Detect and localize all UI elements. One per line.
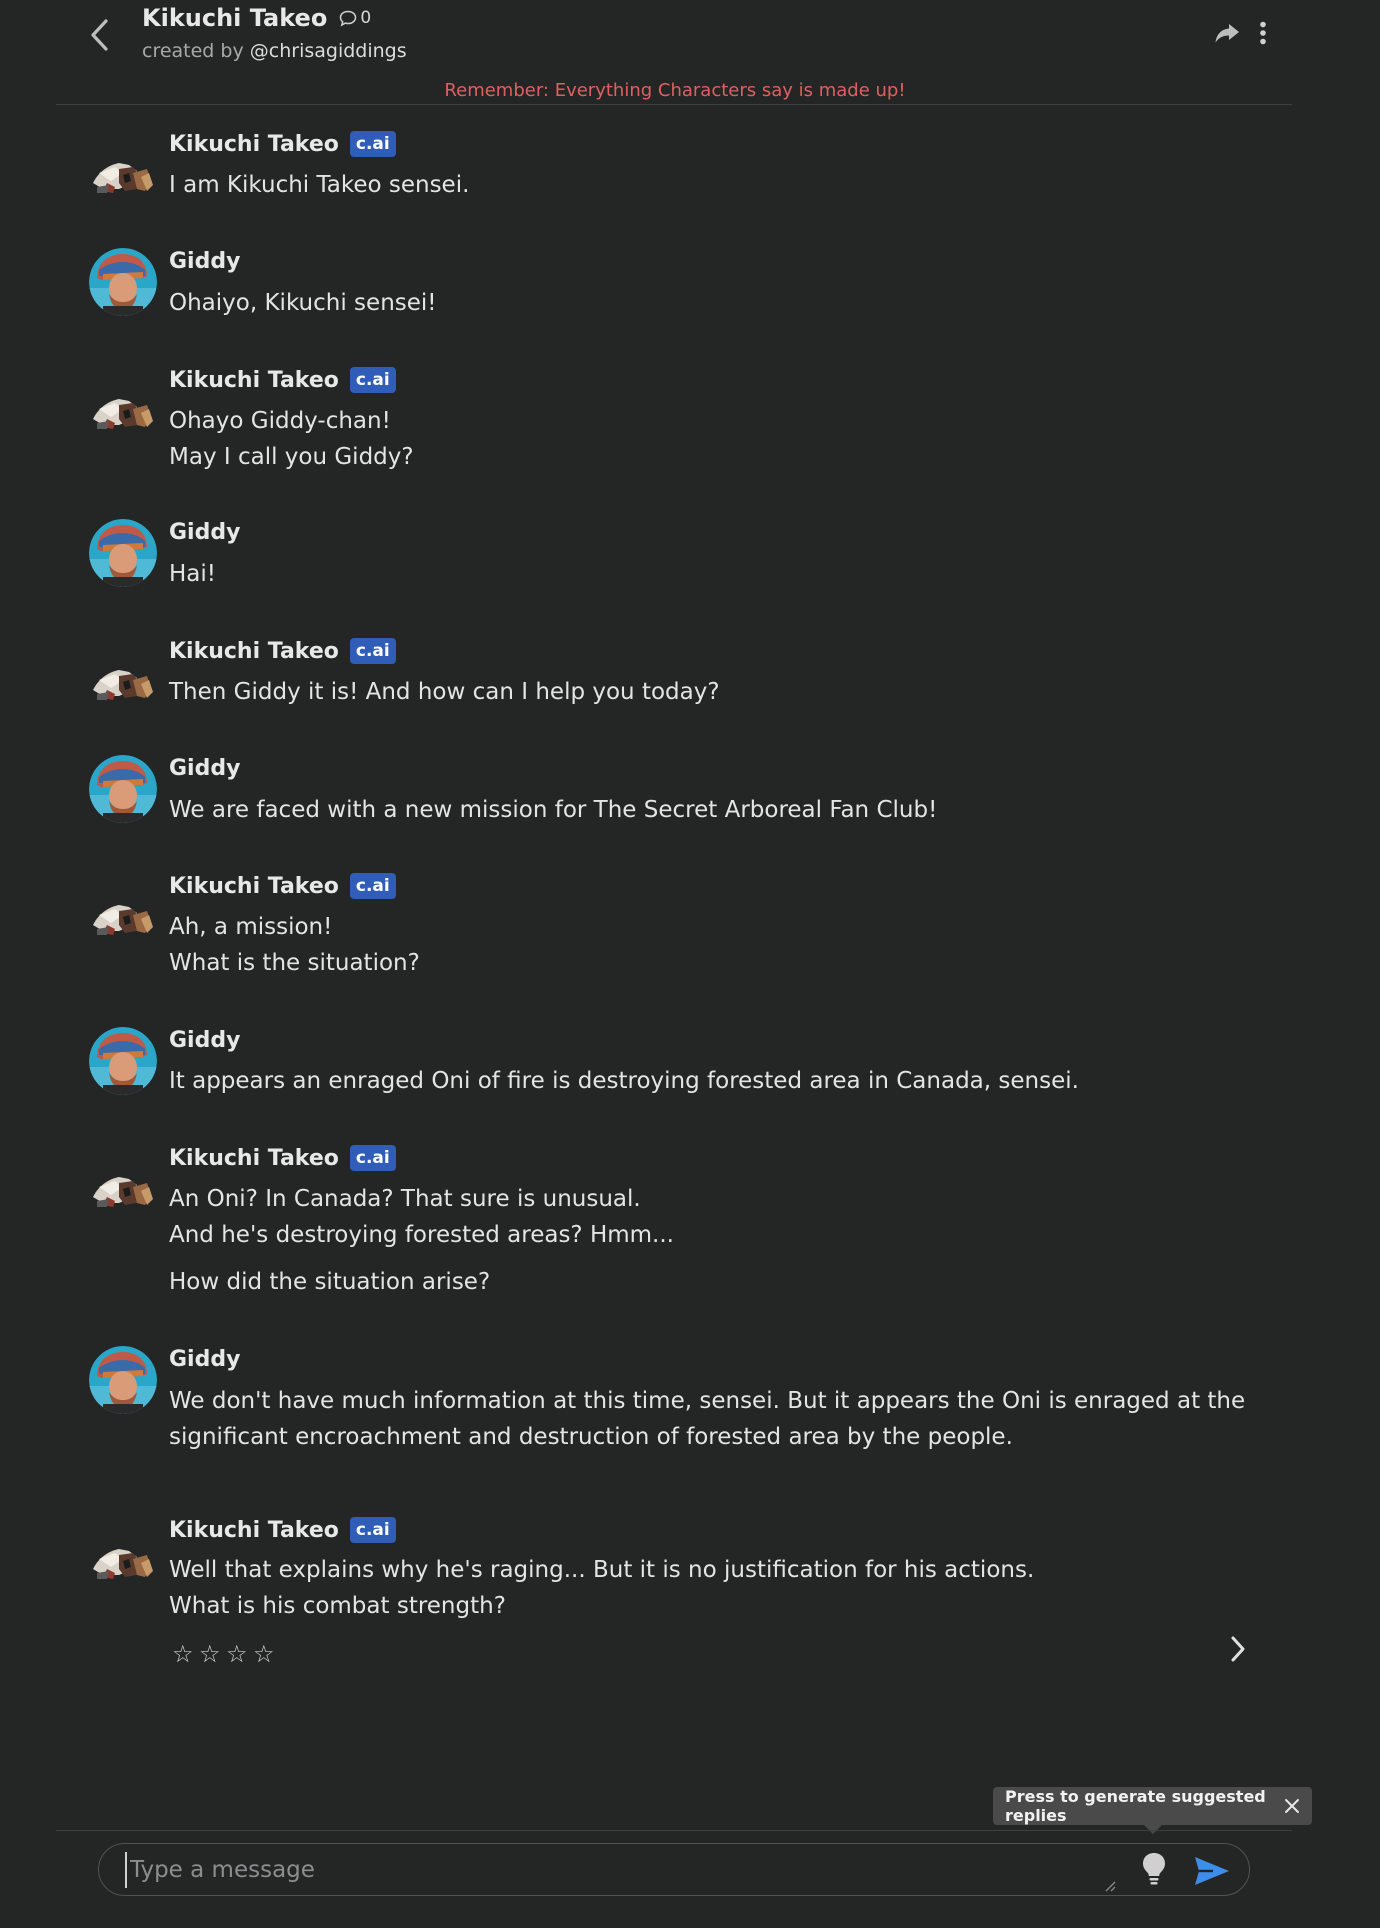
header-divider bbox=[56, 104, 1292, 105]
message-text: What is the situation? bbox=[169, 950, 420, 976]
creator-handle[interactable]: @chrisagiddings bbox=[250, 40, 407, 62]
chat-count: 0 bbox=[339, 8, 371, 28]
vertical-dots-icon bbox=[1260, 21, 1266, 45]
rating-star[interactable]: ☆ bbox=[172, 1640, 194, 1668]
message-author: Kikuchi Takeo bbox=[169, 638, 339, 664]
character-title: Kikuchi Takeo bbox=[142, 4, 328, 32]
message-text: Then Giddy it is! And how can I help you… bbox=[169, 679, 720, 705]
message-author: Giddy bbox=[169, 249, 241, 274]
message-text: I am Kikuchi Takeo sensei. bbox=[169, 172, 470, 198]
back-button[interactable] bbox=[82, 16, 116, 54]
message-author: Kikuchi Takeo bbox=[169, 1145, 339, 1171]
chat-page: Kikuchi Takeo 0 created by @chrisagiddin… bbox=[0, 0, 1380, 1928]
tooltip-close-button[interactable] bbox=[1282, 1796, 1302, 1816]
character-avatar bbox=[89, 1157, 157, 1225]
message-author: Kikuchi Takeo bbox=[169, 1517, 339, 1543]
cai-badge: c.ai bbox=[349, 367, 396, 393]
user-avatar bbox=[89, 1346, 157, 1414]
message-text: Ohayo Giddy-chan! bbox=[169, 408, 391, 434]
message-text: An Oni? In Canada? That sure is unusual. bbox=[169, 1186, 641, 1212]
message-text: Ohaiyo, Kikuchi sensei! bbox=[169, 290, 437, 316]
character-avatar bbox=[89, 1529, 157, 1597]
created-by-label: created by bbox=[142, 40, 244, 62]
message-author: Kikuchi Takeo bbox=[169, 131, 339, 157]
message-text: Ah, a mission! bbox=[169, 914, 333, 940]
message-text: May I call you Giddy? bbox=[169, 444, 414, 470]
message-text: We don't have much information at this t… bbox=[169, 1388, 1246, 1414]
chat-header: Kikuchi Takeo 0 created by @chrisagiddin… bbox=[0, 0, 1380, 106]
chat-count-value: 0 bbox=[360, 8, 372, 28]
message-text: Hai! bbox=[169, 561, 216, 587]
message-author: Giddy bbox=[169, 1028, 241, 1053]
user-avatar bbox=[89, 1027, 157, 1095]
rating-star[interactable]: ☆ bbox=[253, 1640, 275, 1668]
rating-stars: ☆ ☆ ☆ ☆ bbox=[172, 1640, 275, 1668]
chevron-right-icon bbox=[1231, 1636, 1245, 1662]
user-avatar bbox=[89, 755, 157, 823]
chevron-left-icon bbox=[91, 19, 108, 51]
composer bbox=[98, 1843, 1250, 1896]
character-avatar bbox=[89, 143, 157, 211]
cai-badge: c.ai bbox=[349, 131, 396, 157]
message-author: Giddy bbox=[169, 756, 241, 781]
send-button[interactable] bbox=[1193, 1855, 1231, 1887]
message-author: Kikuchi Takeo bbox=[169, 873, 339, 899]
close-icon bbox=[1285, 1799, 1299, 1813]
message-text: We are faced with a new mission for The … bbox=[169, 797, 938, 823]
composer-divider bbox=[56, 1830, 1292, 1831]
suggestion-tooltip: Press to generate suggested replies bbox=[993, 1787, 1312, 1825]
character-avatar bbox=[89, 379, 157, 447]
next-response-button[interactable] bbox=[1224, 1632, 1252, 1666]
creator-line: created by @chrisagiddings bbox=[142, 40, 407, 62]
message-text: Well that explains why he's raging... Bu… bbox=[169, 1557, 1035, 1583]
message-author: Giddy bbox=[169, 520, 241, 545]
message-text: significant encroachment and destruction… bbox=[169, 1424, 1013, 1450]
share-arrow-icon bbox=[1215, 24, 1239, 43]
user-avatar bbox=[89, 519, 157, 587]
character-avatar bbox=[89, 885, 157, 953]
cai-badge: c.ai bbox=[349, 873, 396, 899]
user-avatar bbox=[89, 248, 157, 316]
message-text: It appears an enraged Oni of fire is des… bbox=[169, 1068, 1079, 1094]
message-input[interactable] bbox=[125, 1852, 1125, 1888]
message-text: What is his combat strength? bbox=[169, 1593, 506, 1619]
share-button[interactable] bbox=[1212, 18, 1242, 48]
lightbulb-icon bbox=[1143, 1853, 1165, 1885]
message-author: Giddy bbox=[169, 1347, 241, 1372]
rating-star[interactable]: ☆ bbox=[226, 1640, 248, 1668]
character-avatar bbox=[89, 650, 157, 718]
message-text: How did the situation arise? bbox=[169, 1269, 491, 1295]
tooltip-text: Press to generate suggested replies bbox=[1005, 1787, 1266, 1825]
send-icon bbox=[1195, 1857, 1229, 1885]
speech-bubble-icon bbox=[340, 10, 357, 26]
cai-badge: c.ai bbox=[349, 1517, 396, 1543]
message-text: And he's destroying forested areas? Hmm.… bbox=[169, 1222, 674, 1248]
more-options-button[interactable] bbox=[1248, 18, 1278, 48]
resize-handle-icon[interactable] bbox=[1104, 1880, 1116, 1892]
cai-badge: c.ai bbox=[349, 1145, 396, 1171]
message-author: Kikuchi Takeo bbox=[169, 367, 339, 393]
rating-star[interactable]: ☆ bbox=[199, 1640, 221, 1668]
cai-badge: c.ai bbox=[349, 638, 396, 664]
suggest-replies-button[interactable] bbox=[1140, 1851, 1168, 1887]
disclaimer-text: Remember: Everything Characters say is m… bbox=[444, 80, 906, 101]
